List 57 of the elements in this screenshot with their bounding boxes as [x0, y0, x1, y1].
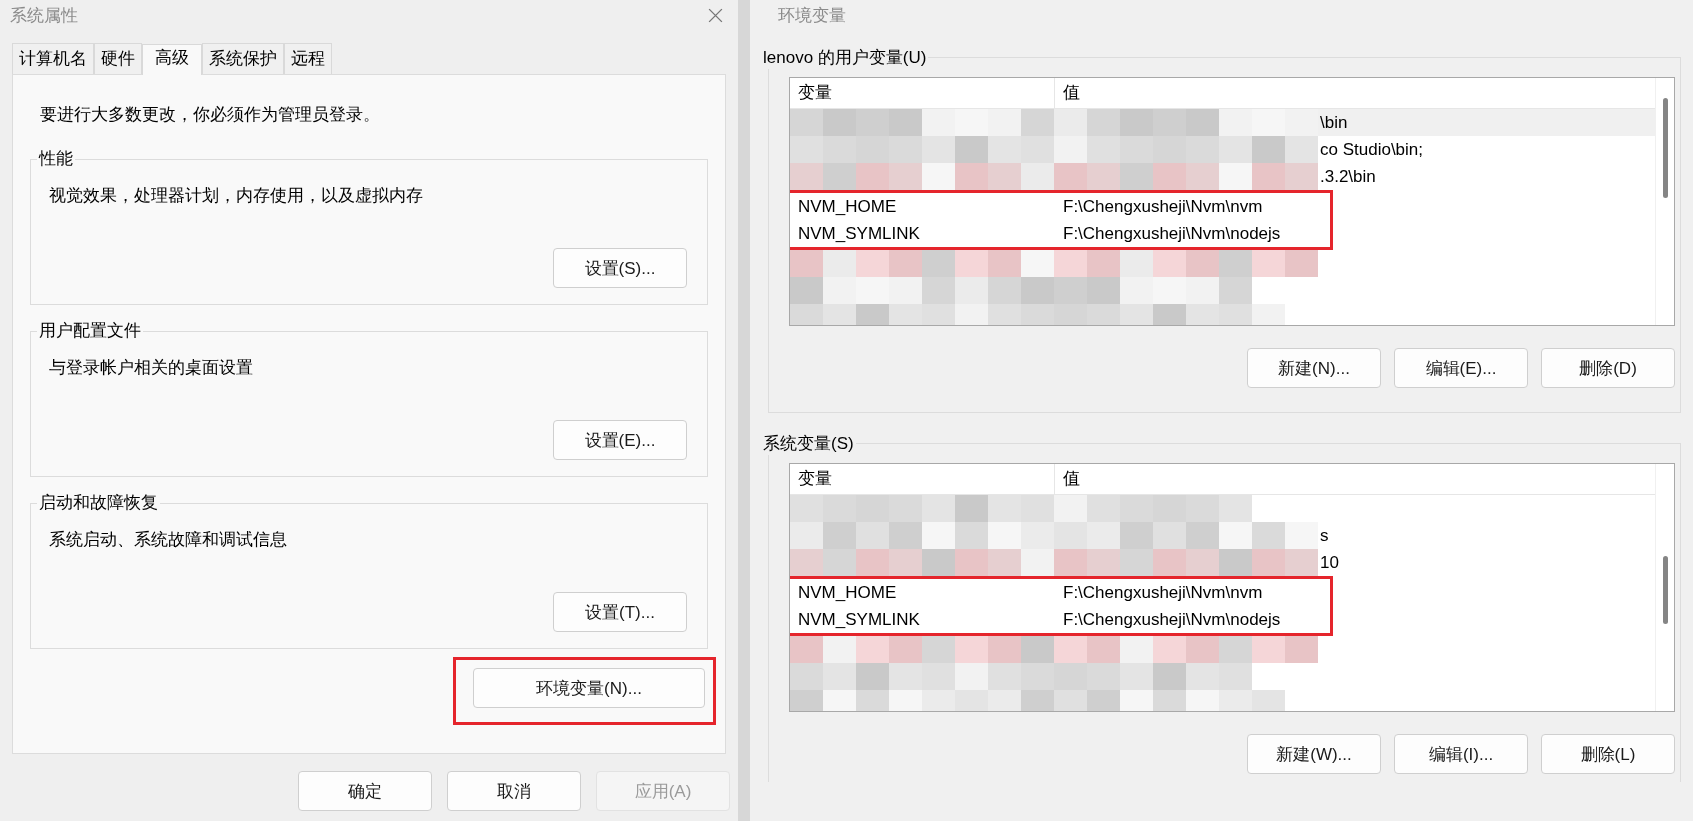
scrollbar-thumb[interactable]	[1663, 556, 1668, 624]
list-row[interactable]: co Studio\bin;	[790, 136, 1655, 163]
table-cell-text: F:\Chengxusheji\Nvm\nodejs	[1062, 609, 1282, 630]
column-header[interactable]: 变量	[790, 464, 1055, 494]
table-cell-text: F:\Chengxusheji\Nvm\nvm	[1062, 196, 1264, 217]
column-header[interactable]: 值	[1055, 464, 1088, 494]
group-description: 视觉效果，处理器计划，内存使用，以及虚拟内存	[49, 185, 424, 207]
notice-text: 要进行大多数更改，你必须作为管理员登录。	[39, 104, 381, 126]
table-cell-text: \bin	[1319, 112, 1348, 133]
list-row[interactable]: 10	[790, 549, 1655, 576]
column-header[interactable]: 值	[1055, 78, 1088, 108]
table-cell-text: 10	[1319, 552, 1339, 573]
list-row[interactable]: NVM_SYMLINK F:\Chengxusheji\Nvm\nodejs	[790, 220, 1289, 247]
table-cell-text: .3.2\bin	[1319, 166, 1376, 187]
close-icon[interactable]	[707, 6, 724, 24]
tab[interactable]: 高级	[142, 44, 202, 75]
list-button[interactable]: 删除(D)	[1541, 348, 1675, 388]
list-row[interactable]: .3.2\bin	[790, 163, 1655, 190]
tab[interactable]: 计算机名	[12, 43, 94, 74]
list-button[interactable]: 编辑(I)...	[1394, 734, 1528, 774]
group-title: 用户配置文件	[37, 319, 143, 342]
selected-row[interactable]: \bin	[790, 109, 1655, 136]
tab[interactable]: 远程	[284, 43, 332, 74]
settings-button[interactable]: 设置(S)...	[553, 248, 687, 288]
dialog-button[interactable]: 取消	[447, 771, 581, 811]
table-cell-text: F:\Chengxusheji\Nvm\nvm	[1062, 582, 1264, 603]
table-cell-text: NVM_SYMLINK	[797, 609, 921, 630]
table-cell-text: co Studio\bin;	[1319, 139, 1423, 160]
group-title: lenovo 的用户变量(U)	[761, 46, 929, 69]
group-description: 系统启动、系统故障和调试信息	[49, 529, 288, 551]
group-description: 与登录帐户相关的桌面设置	[49, 357, 254, 379]
settings-button[interactable]: 设置(E)...	[553, 420, 687, 460]
scrollbar-thumb[interactable]	[1663, 98, 1668, 198]
table-cell-text: NVM_HOME	[797, 196, 898, 217]
list-row[interactable]: NVM_HOME F:\Chengxusheji\Nvm\nvm	[790, 193, 1271, 220]
tab[interactable]: 硬件	[94, 43, 142, 74]
table-cell-text: NVM_HOME	[797, 582, 898, 603]
list-button[interactable]: 编辑(E)...	[1394, 348, 1528, 388]
list-row[interactable]: NVM_SYMLINK F:\Chengxusheji\Nvm\nodejs	[790, 606, 1289, 633]
window-title: 环境变量	[778, 4, 846, 27]
dialog-button[interactable]: 确定	[298, 771, 432, 811]
list-button[interactable]: 删除(L)	[1541, 734, 1675, 774]
table-cell-text: s	[1319, 525, 1329, 546]
group-title: 启动和故障恢复	[37, 491, 160, 514]
table-cell-text: NVM_SYMLINK	[797, 223, 921, 244]
window-title: 系统属性	[10, 4, 78, 27]
list-button[interactable]: 新建(W)...	[1247, 734, 1381, 774]
column-header[interactable]: 变量	[790, 78, 1055, 108]
environment-variables-button[interactable]: 环境变量(N)...	[473, 668, 705, 708]
list-button[interactable]: 新建(N)...	[1247, 348, 1381, 388]
table-cell-text: F:\Chengxusheji\Nvm\nodejs	[1062, 223, 1282, 244]
settings-button[interactable]: 设置(T)...	[553, 592, 687, 632]
list-row[interactable]: NVM_HOME F:\Chengxusheji\Nvm\nvm	[790, 579, 1271, 606]
group-title: 性能	[37, 147, 75, 170]
group-title: 系统变量(S)	[761, 432, 856, 455]
list-row[interactable]: s	[790, 522, 1655, 549]
tab[interactable]: 系统保护	[202, 43, 284, 74]
